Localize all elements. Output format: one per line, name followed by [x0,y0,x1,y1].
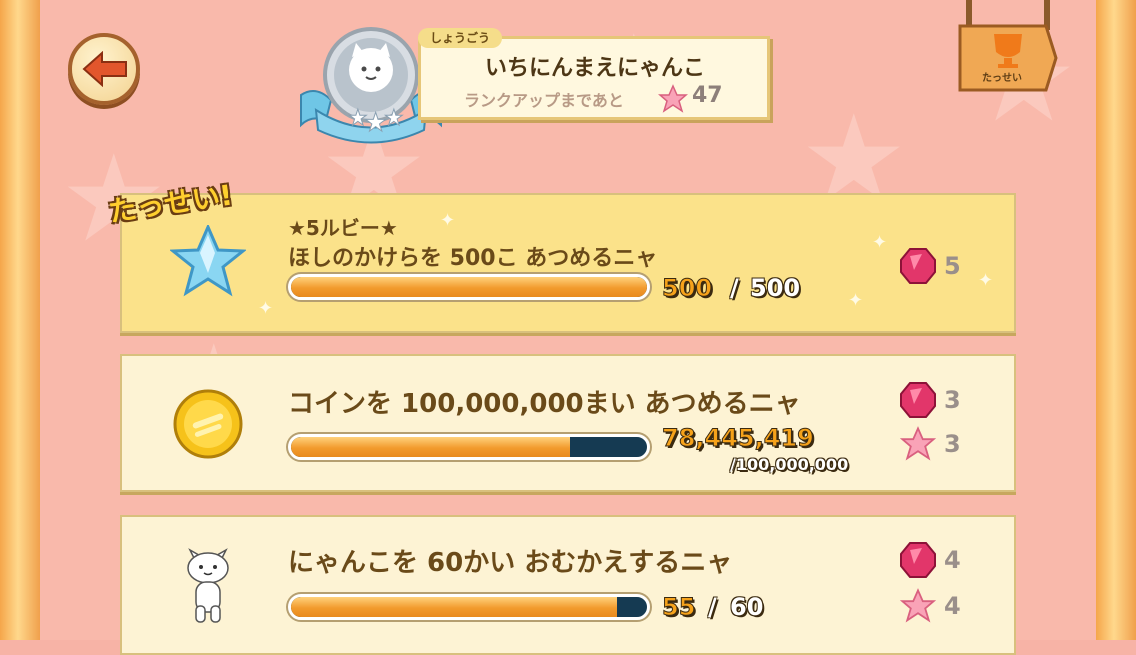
ruby-icon [900,542,936,578]
svg-text:★: ★ [384,106,404,131]
right-frame [1093,0,1136,640]
progress-current: 500 [661,274,713,303]
sparkle-decoration: ✦ [440,210,456,231]
ruby-icon [900,248,936,284]
sparkle-decoration: ✦ [848,290,864,311]
pink-star-icon [658,84,688,113]
title-tag: しょうごう [418,28,503,48]
reward-amount: 5 [944,252,961,280]
reward-amount: 3 [944,430,961,458]
progress-max: 500 [750,274,801,302]
blue-star-icon [170,225,246,297]
progress-bar [288,274,650,300]
achievement-description: ほしのかけらを 500こ あつめるニャ [288,246,658,271]
reward-amount: 4 [944,592,961,620]
progress-current: 55 [661,593,696,622]
pink-star-icon [900,588,936,623]
gold-coin-icon [173,389,243,459]
achievement-card-coins[interactable] [120,354,1016,492]
progress-fill [291,597,618,617]
achievement-description: にゃんこを 60かい おむかえするニャ [288,548,733,578]
left-frame [0,0,43,640]
reward-amount: 3 [944,386,961,414]
rank-up-label: ランクアップまであと [464,91,624,110]
achievement-description: コインを 100,000,000まい あつめるニャ [288,389,801,419]
progress-separator: / [708,593,717,621]
progress-fill [291,437,571,457]
progress-max: 60 [730,593,764,621]
progress-bar [288,434,650,460]
title-name: いちにんまえにゃんこ [484,56,705,81]
sparkle-decoration: ✦ [872,232,888,253]
pink-star-icon [900,426,936,461]
progress-bar [288,594,650,620]
reward-amount: 4 [944,546,961,574]
achievement-title: ★5ルビー★ [288,216,398,240]
back-arrow-icon [82,51,127,87]
achievement-card-cats[interactable] [120,515,1016,655]
sparkle-decoration: ✦ [978,270,994,291]
rank-up-value: 47 [692,83,723,108]
back-button[interactable] [68,33,140,105]
progress-max: /100,000,000 [730,455,849,474]
progress-fill [291,277,647,297]
white-cat-icon [187,548,229,623]
sparkle-decoration: ✦ [258,298,274,319]
achievements-button-label: たっせい [982,73,1022,84]
ruby-icon [900,382,936,418]
progress-current: 78,445,419 [662,424,815,453]
progress-separator: / [730,274,739,302]
